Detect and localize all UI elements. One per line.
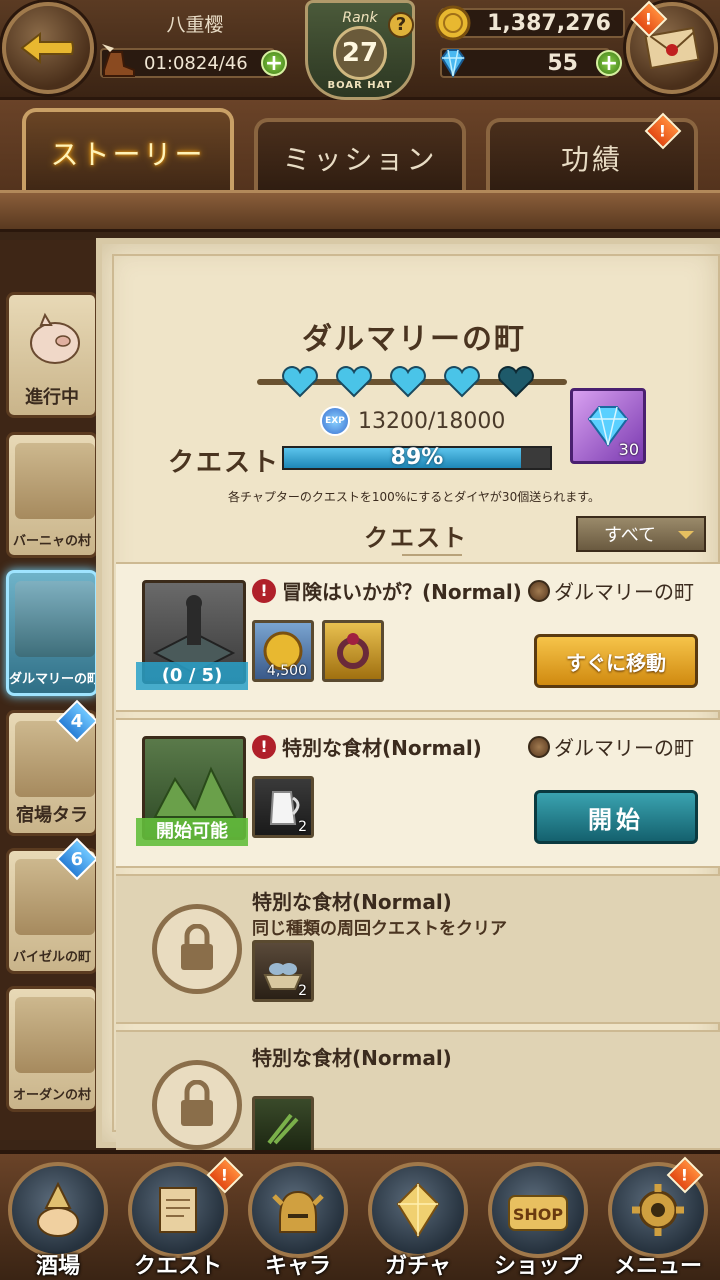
top-status-bar: 八重樱 01:08 24/46 + Rank 27 BOAR HAT ? 1,3…	[0, 0, 720, 100]
heart-icon	[444, 366, 480, 398]
diamond-icon	[440, 49, 466, 78]
completion-notice: 各チャプターのクエストを100%にするとダイヤが30個送られます。	[227, 490, 601, 504]
ornament-divider	[402, 554, 462, 560]
rank-emblem-text: BOAR HAT	[327, 79, 393, 91]
reward-gold[interactable]: 4,500	[252, 620, 314, 682]
lock-icon	[152, 904, 242, 994]
gold-coin-icon	[435, 5, 471, 41]
quest-list-title: クエスト	[364, 524, 468, 552]
nav-gacha[interactable]: ガチャ	[362, 1162, 474, 1280]
stamina-value: 24/46	[195, 52, 248, 74]
back-button[interactable]	[2, 2, 94, 94]
ring-icon	[337, 633, 369, 669]
tab-story[interactable]: ストーリー	[22, 108, 234, 194]
help-icon[interactable]: ?	[388, 12, 414, 38]
add-stamina-button[interactable]: +	[261, 50, 287, 76]
chapter-label: 進行中	[25, 387, 79, 408]
start-button[interactable]: 開始	[534, 790, 698, 844]
tavern-pig-icon	[8, 1162, 108, 1258]
quest-progress-count: (0 / 5)	[136, 662, 248, 690]
quest-title: ! 特別な食材(Normal)	[252, 732, 482, 761]
quest-filter-dropdown[interactable]: すべて	[576, 516, 706, 552]
rank-label: Rank	[342, 9, 378, 26]
chapter-label: オーダンの村	[12, 1088, 91, 1103]
chapter-title: ダルマリーの町	[302, 322, 526, 357]
chapter-thumbnail	[15, 997, 95, 1073]
chapter-in-progress[interactable]: 進行中	[6, 292, 98, 418]
progress-text: 89%	[390, 445, 444, 470]
chevron-down-icon	[678, 531, 694, 539]
chapter-label: バーニャの村	[12, 534, 91, 549]
diamond-reward[interactable]: 30	[570, 388, 646, 464]
filter-value: すべて	[604, 525, 657, 546]
exp-icon: EXP	[320, 406, 350, 436]
crystal-icon	[368, 1162, 468, 1258]
player-name: 八重樱	[166, 13, 224, 36]
heart-empty-icon	[498, 366, 534, 398]
quest-location: ダルマリーの町	[528, 732, 694, 761]
gem-amount: 55	[547, 50, 578, 76]
lock-icon	[152, 1060, 242, 1150]
nav-shop[interactable]: SHOP ショップ	[482, 1162, 594, 1280]
quest-title: 特別な食材(Normal)	[252, 1046, 452, 1070]
locked-quest-row: 特別な食材(Normal)	[116, 1030, 720, 1158]
shop-sign-icon: SHOP	[488, 1162, 588, 1258]
helmet-icon	[248, 1162, 348, 1258]
quest-row[interactable]: (0 / 5) ! 冒険はいかが？(Normal) ダルマリーの町 4,500 …	[116, 562, 720, 712]
exp-value: 13200/18000	[358, 408, 506, 434]
chapter-thumbnail	[15, 581, 95, 657]
reward-fish[interactable]: 2	[252, 940, 314, 1002]
reward-ring[interactable]	[322, 620, 384, 682]
chapter-label: バイゼルの町	[12, 950, 91, 965]
tab-shelf	[0, 190, 720, 232]
unlock-condition: 同じ種類の周回クエストをクリア	[252, 919, 507, 939]
chapter-sidebar: 進行中 バーニャの村 ダルマリーの町 宿場タラ 4 バイゼルの町 6 オーダンの…	[0, 240, 100, 1140]
pig-mascot-icon	[30, 312, 80, 364]
go-now-button[interactable]: すぐに移動	[534, 634, 698, 688]
chapter-dalmally[interactable]: ダルマリーの町	[6, 570, 98, 696]
location-icon	[528, 735, 550, 758]
warning-icon: !	[252, 734, 276, 759]
location-icon	[528, 579, 550, 602]
heart-icon	[390, 366, 426, 398]
svg-text:SHOP: SHOP	[513, 1205, 564, 1224]
chapter-ordan[interactable]: オーダンの村	[6, 986, 98, 1112]
back-arrow-icon	[20, 31, 74, 65]
chapter-thumbnail	[15, 443, 95, 519]
quest-title: 特別な食材(Normal)	[252, 890, 452, 914]
gold-amount: 1,387,276	[487, 10, 611, 36]
quest-location: ダルマリーの町	[528, 576, 694, 605]
stamina-pill: 01:08 24/46 +	[100, 44, 287, 78]
chapter-exp: EXP 13200/18000	[320, 406, 505, 436]
reward-milk[interactable]: 2	[252, 776, 314, 838]
gold-pill: 1,387,276	[435, 5, 625, 41]
winged-boot-icon	[102, 44, 135, 77]
quest-status: 開始可能	[136, 818, 248, 846]
warning-icon: !	[252, 578, 276, 603]
nav-character[interactable]: キャラ	[242, 1162, 354, 1280]
chapter-vanya[interactable]: バーニャの村	[6, 432, 98, 558]
heart-rating	[257, 364, 567, 400]
bottom-navigation: 酒場 クエスト ! キャラ ガチャ SHOP ショップ メニュー !	[0, 1150, 720, 1280]
heart-icon	[336, 366, 372, 398]
stamina-timer: 01:08	[144, 52, 196, 74]
heart-icon	[282, 366, 318, 398]
add-gems-button[interactable]: +	[596, 50, 622, 76]
chapter-label: ダルマリーの町	[9, 672, 98, 687]
reward-herb[interactable]	[252, 1096, 314, 1158]
quest-row[interactable]: 開始可能 ! 特別な食材(Normal) ダルマリーの町 2 開始	[116, 718, 720, 868]
chapter-label: 宿場タラ	[16, 805, 88, 826]
quest-progress-label: クエスト	[168, 448, 281, 478]
reward-count: 30	[618, 440, 639, 459]
tab-mission[interactable]: ミッション	[254, 118, 466, 194]
quest-panel: ダルマリーの町 EXP 13200/18000 クエスト 89% 30 各チャプ…	[96, 238, 720, 1158]
herb-icon	[267, 1113, 299, 1145]
gem-pill: 55 +	[440, 48, 622, 78]
nav-tavern[interactable]: 酒場	[2, 1162, 114, 1280]
quest-progress-bar: 89%	[282, 446, 552, 470]
locked-quest-row: 特別な食材(Normal) 同じ種類の周回クエストをクリア 2	[116, 874, 720, 1024]
rank-number: 27	[333, 25, 387, 80]
quest-title: ! 冒険はいかが？(Normal)	[252, 576, 522, 605]
